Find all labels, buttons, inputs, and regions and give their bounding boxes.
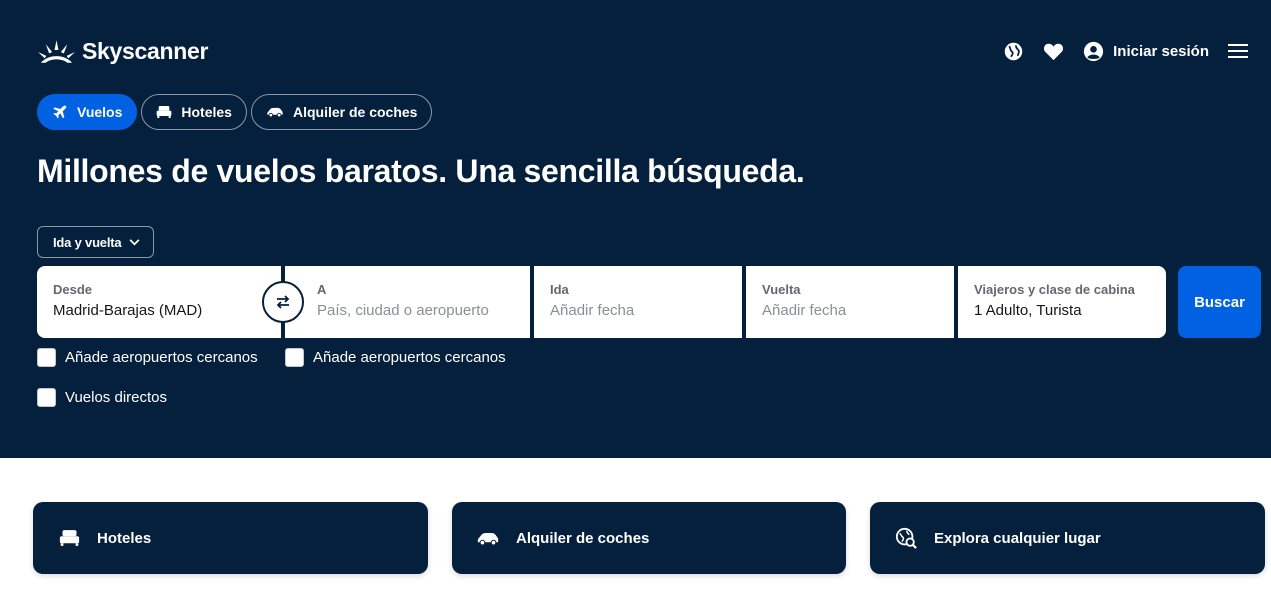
product-tabs: Vuelos Hoteles Alquiler de coches — [37, 94, 433, 130]
destination-field[interactable]: A País, ciudad o aeropuerto — [285, 266, 530, 338]
origin-field[interactable]: Desde Madrid-Barajas (MAD) — [37, 266, 281, 338]
bed-icon — [57, 526, 81, 550]
tab-label: Hoteles — [181, 104, 232, 120]
tab-label: Vuelos — [77, 104, 123, 120]
globe-icon[interactable] — [1002, 40, 1024, 62]
header-actions: Iniciar sesión — [1002, 40, 1249, 62]
skyscanner-logo[interactable]: Skyscanner — [37, 38, 208, 65]
trip-type-dropdown[interactable]: Ida y vuelta — [37, 226, 154, 258]
brand-name: Skyscanner — [82, 38, 209, 64]
nearby-airports-destination-checkbox[interactable]: Añade aeropuertos cercanos — [285, 348, 506, 367]
return-label: Vuelta — [762, 282, 801, 297]
travellers-label: Viajeros y clase de cabina — [974, 282, 1135, 297]
hero-section: Skyscanner Iniciar sesión Vuelos Hoteles… — [0, 0, 1271, 458]
car-icon — [476, 526, 500, 550]
checkbox-box[interactable] — [37, 388, 56, 407]
checkbox-box[interactable] — [285, 348, 304, 367]
swap-arrows-icon — [276, 295, 290, 309]
departure-placeholder: Añadir fecha — [550, 302, 635, 319]
checkbox-label: Vuelos directos — [65, 389, 167, 406]
login-label: Iniciar sesión — [1113, 42, 1209, 60]
tab-alquiler-coches[interactable]: Alquiler de coches — [250, 94, 433, 130]
car-hire-card[interactable]: Alquiler de coches — [452, 502, 846, 574]
return-date-field[interactable]: Vuelta Añadir fecha — [746, 266, 954, 338]
departure-label: Ida — [550, 282, 569, 297]
tab-label: Alquiler de coches — [292, 104, 418, 120]
travellers-cabin-field[interactable]: Viajeros y clase de cabina 1 Adulto, Tur… — [958, 266, 1166, 338]
page-title: Millones de vuelos baratos. Una sencilla… — [37, 153, 805, 189]
nearby-airports-origin-checkbox[interactable]: Añade aeropuertos cercanos — [37, 348, 258, 367]
hotels-card[interactable]: Hoteles — [33, 502, 428, 574]
card-label: Explora cualquier lugar — [934, 529, 1101, 547]
heart-icon[interactable] — [1042, 40, 1064, 62]
bed-icon — [157, 106, 172, 118]
checkbox-label: Añade aeropuertos cercanos — [313, 349, 506, 366]
tab-vuelos[interactable]: Vuelos — [37, 94, 138, 130]
card-label: Hoteles — [97, 529, 152, 547]
login-button[interactable]: Iniciar sesión — [1082, 40, 1209, 62]
plane-icon — [53, 105, 67, 119]
tab-hoteles[interactable]: Hoteles — [141, 94, 247, 130]
car-icon — [267, 107, 283, 118]
chevron-down-icon — [129, 238, 140, 245]
origin-value: Madrid-Barajas (MAD) — [53, 302, 203, 319]
menu-icon[interactable] — [1227, 40, 1249, 62]
checkbox-label: Añade aeropuertos cercanos — [65, 349, 258, 366]
card-label: Alquiler de coches — [516, 529, 650, 547]
sunrise-logo-icon — [37, 39, 76, 63]
trip-type-value: Ida y vuelta — [53, 234, 122, 250]
origin-label: Desde — [53, 282, 93, 297]
checkbox-box[interactable] — [37, 348, 56, 367]
explore-globe-icon — [894, 526, 918, 550]
return-placeholder: Añadir fecha — [762, 302, 847, 319]
travellers-value: 1 Adulto, Turista — [974, 302, 1082, 319]
destination-label: A — [317, 282, 327, 297]
swap-locations-button[interactable] — [262, 281, 304, 323]
direct-flights-checkbox[interactable]: Vuelos directos — [37, 388, 167, 407]
departure-date-field[interactable]: Ida Añadir fecha — [534, 266, 742, 338]
search-button[interactable]: Buscar — [1178, 266, 1261, 338]
user-icon — [1082, 40, 1104, 62]
destination-placeholder: País, ciudad o aeropuerto — [317, 302, 489, 319]
explore-everywhere-card[interactable]: Explora cualquier lugar — [870, 502, 1265, 574]
